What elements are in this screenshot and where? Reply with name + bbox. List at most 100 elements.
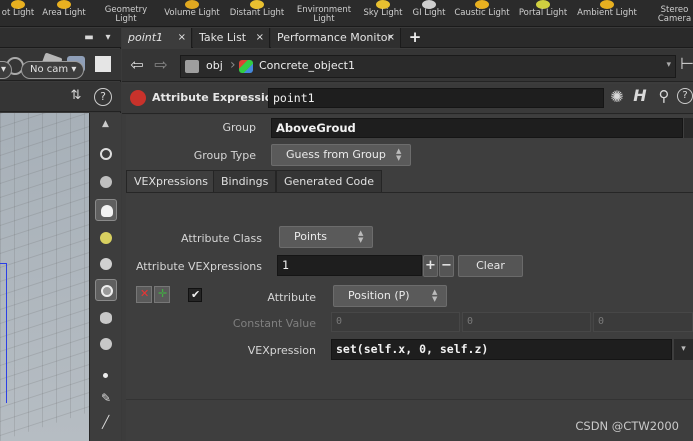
shelf-tool-label: Volume Light — [164, 8, 220, 18]
shelf-tool-gi-light[interactable]: GI Light — [410, 0, 448, 27]
shelf-tool-area-light[interactable]: Area Light — [40, 0, 88, 27]
vexpression-field[interactable]: set(self.x, 0, self.z) — [331, 339, 672, 360]
pick-icon[interactable]: ╱ — [95, 413, 117, 435]
shelf-tool-label: Distant Light — [229, 8, 285, 18]
insert-instance-button[interactable]: ✛ — [154, 286, 170, 303]
shelf-tool-portal-light[interactable]: Portal Light — [516, 0, 570, 27]
tab-vexpressions[interactable]: VEXpressions — [126, 170, 216, 192]
shelf-tool-environment-light[interactable]: Environment Light — [294, 0, 354, 27]
forward-arrow-icon[interactable]: ⇨ — [152, 57, 170, 73]
search-icon[interactable]: ⚲ — [655, 88, 673, 104]
light-toggle-icon[interactable] — [95, 227, 117, 249]
pin-icon[interactable]: ⊢ — [680, 56, 693, 72]
point-dot-icon[interactable] — [95, 365, 117, 387]
shelf-tool-geometry-light[interactable]: Geometry Light — [100, 0, 152, 27]
scene-view-panel: ▬ ▾ ⇅ ? ▾ No cam ▾ ▲ ✎ ╱ — [0, 28, 121, 441]
help-h-icon[interactable]: H — [631, 88, 649, 104]
up-down-arrow-icon: ▲ ▼ — [358, 229, 364, 244]
display-sphere-icon[interactable] — [95, 171, 117, 193]
close-icon[interactable]: × — [387, 28, 395, 48]
add-tab-icon[interactable]: + — [408, 29, 422, 45]
help-icon[interactable]: ? — [677, 88, 693, 104]
texture-sphere-icon[interactable] — [95, 279, 117, 301]
tab-label: point1 — [128, 31, 164, 44]
help-icon[interactable]: ? — [94, 88, 112, 106]
parameter-panel: point1 × Take List × Performance Monitor… — [122, 28, 693, 441]
up-down-arrow-icon: ▲ ▼ — [432, 288, 438, 303]
viewport-grid — [0, 113, 89, 441]
group-field[interactable]: AboveGroud — [271, 118, 683, 138]
tab-bindings[interactable]: Bindings — [213, 170, 277, 192]
light-bulb-icon[interactable] — [95, 199, 117, 221]
gear-icon[interactable]: ✺ — [608, 89, 626, 105]
shelf-tool-distant-light[interactable]: Distant Light — [228, 0, 286, 27]
enable-checkbox[interactable]: ✔ — [188, 288, 202, 302]
node-name-field[interactable]: point1 — [268, 88, 604, 108]
shelf-tool-label: Area Light — [42, 8, 86, 18]
viewport-layout-icon[interactable] — [95, 56, 111, 72]
shelf-tool-label: Ambient Light — [577, 8, 637, 18]
visibility-eye-icon[interactable] — [95, 307, 117, 329]
node-type-label: Attribute Expression — [152, 91, 281, 104]
pane-menu-icon[interactable]: ▬ — [82, 30, 96, 46]
node-header: Attribute Expression point1 ✺ H ⚲ ? — [122, 84, 693, 114]
close-icon[interactable]: × — [178, 28, 186, 48]
shelf-tool-label: Light — [313, 14, 335, 24]
shelf-tool-volume-light[interactable]: Volume Light — [163, 0, 221, 27]
group-type-value: Guess from Group — [286, 148, 386, 161]
pane-tab-bar: point1 × Take List × Performance Monitor… — [122, 28, 693, 48]
camera-dropdown-label: No cam — [30, 64, 69, 75]
camera-view-icon[interactable] — [95, 333, 117, 355]
attribute-value: Position (P) — [348, 289, 410, 302]
camera-dropdown[interactable]: No cam ▾ — [21, 61, 84, 79]
tab-performance-monitor[interactable]: Performance Monitor × — [271, 28, 401, 48]
shelf-tool-ambient-light[interactable]: Ambient Light — [576, 0, 638, 27]
shelf-tool-stereo-camera[interactable]: Stereo Camera — [656, 0, 693, 27]
3d-viewport[interactable] — [0, 113, 89, 441]
path-separator-icon: › — [230, 57, 236, 73]
sort-icon[interactable]: ⇅ — [67, 88, 85, 104]
node-path-field[interactable]: obj › Concrete_object1 ▾ — [180, 55, 676, 78]
vexpression-menu-button[interactable]: ▾ — [674, 339, 693, 360]
pane-arrow-down-icon[interactable]: ▾ — [101, 30, 115, 46]
group-type-label: Group Type — [193, 149, 256, 162]
attribute-expression-node-icon — [130, 90, 146, 106]
remove-instance-button[interactable]: ✕ — [136, 286, 152, 303]
constant-value-label: Constant Value — [232, 317, 316, 330]
shelf-tool-label: GI Light — [412, 8, 446, 18]
group-type-dropdown[interactable]: Guess from Group ▲ ▼ — [271, 144, 411, 166]
tab-point1[interactable]: point1 × — [122, 28, 192, 48]
clear-button[interactable]: Clear — [458, 255, 523, 277]
attribute-vexpressions-count-field[interactable]: 1 — [277, 255, 422, 276]
checkmark-icon: ✔ — [191, 288, 201, 301]
group-menu-button[interactable] — [684, 118, 693, 138]
shelf-tool-spot-light[interactable]: ot Light — [0, 0, 36, 27]
remove-multiparm-button[interactable]: − — [439, 255, 454, 277]
shelf-tool-caustic-light[interactable]: Caustic Light — [453, 0, 511, 27]
parameter-area: Group AboveGroud Group Type Guess from G… — [126, 115, 693, 441]
plus-icon: ✛ — [158, 287, 168, 300]
watermark-text: CSDN @CTW2000 — [575, 419, 679, 433]
path-node[interactable]: Concrete_object1 — [259, 59, 355, 72]
path-context[interactable]: obj — [206, 59, 223, 72]
shelf-tool-sky-light[interactable]: Sky Light — [362, 0, 404, 27]
headlight-icon[interactable] — [95, 253, 117, 275]
ghost-icon[interactable] — [95, 143, 117, 165]
tab-take-list[interactable]: Take List × — [193, 28, 270, 48]
close-icon[interactable]: × — [256, 28, 264, 48]
chevron-down-icon[interactable]: ▾ — [666, 60, 671, 70]
add-multiparm-button[interactable]: + — [423, 255, 438, 277]
constant-value-z-field: 0 — [593, 312, 693, 332]
tab-generated-code[interactable]: Generated Code — [276, 170, 383, 192]
pencil-icon[interactable]: ✎ — [95, 389, 117, 411]
up-arrow-icon[interactable]: ▲ — [95, 117, 117, 139]
attribute-class-dropdown[interactable]: Points ▲ ▼ — [279, 226, 373, 248]
tab-label: Performance Monitor — [277, 31, 393, 44]
shelf-tool-label: Sky Light — [363, 8, 403, 18]
vexpression-label: VEXpression — [247, 344, 316, 357]
attribute-dropdown[interactable]: Position (P) ▲ ▼ — [333, 285, 447, 307]
tab-label: Take List — [199, 31, 247, 44]
shelf-tool-label: ot Light — [1, 8, 35, 18]
back-arrow-icon[interactable]: ⇦ — [128, 57, 146, 73]
chevron-down-icon: ▾ — [71, 64, 77, 75]
